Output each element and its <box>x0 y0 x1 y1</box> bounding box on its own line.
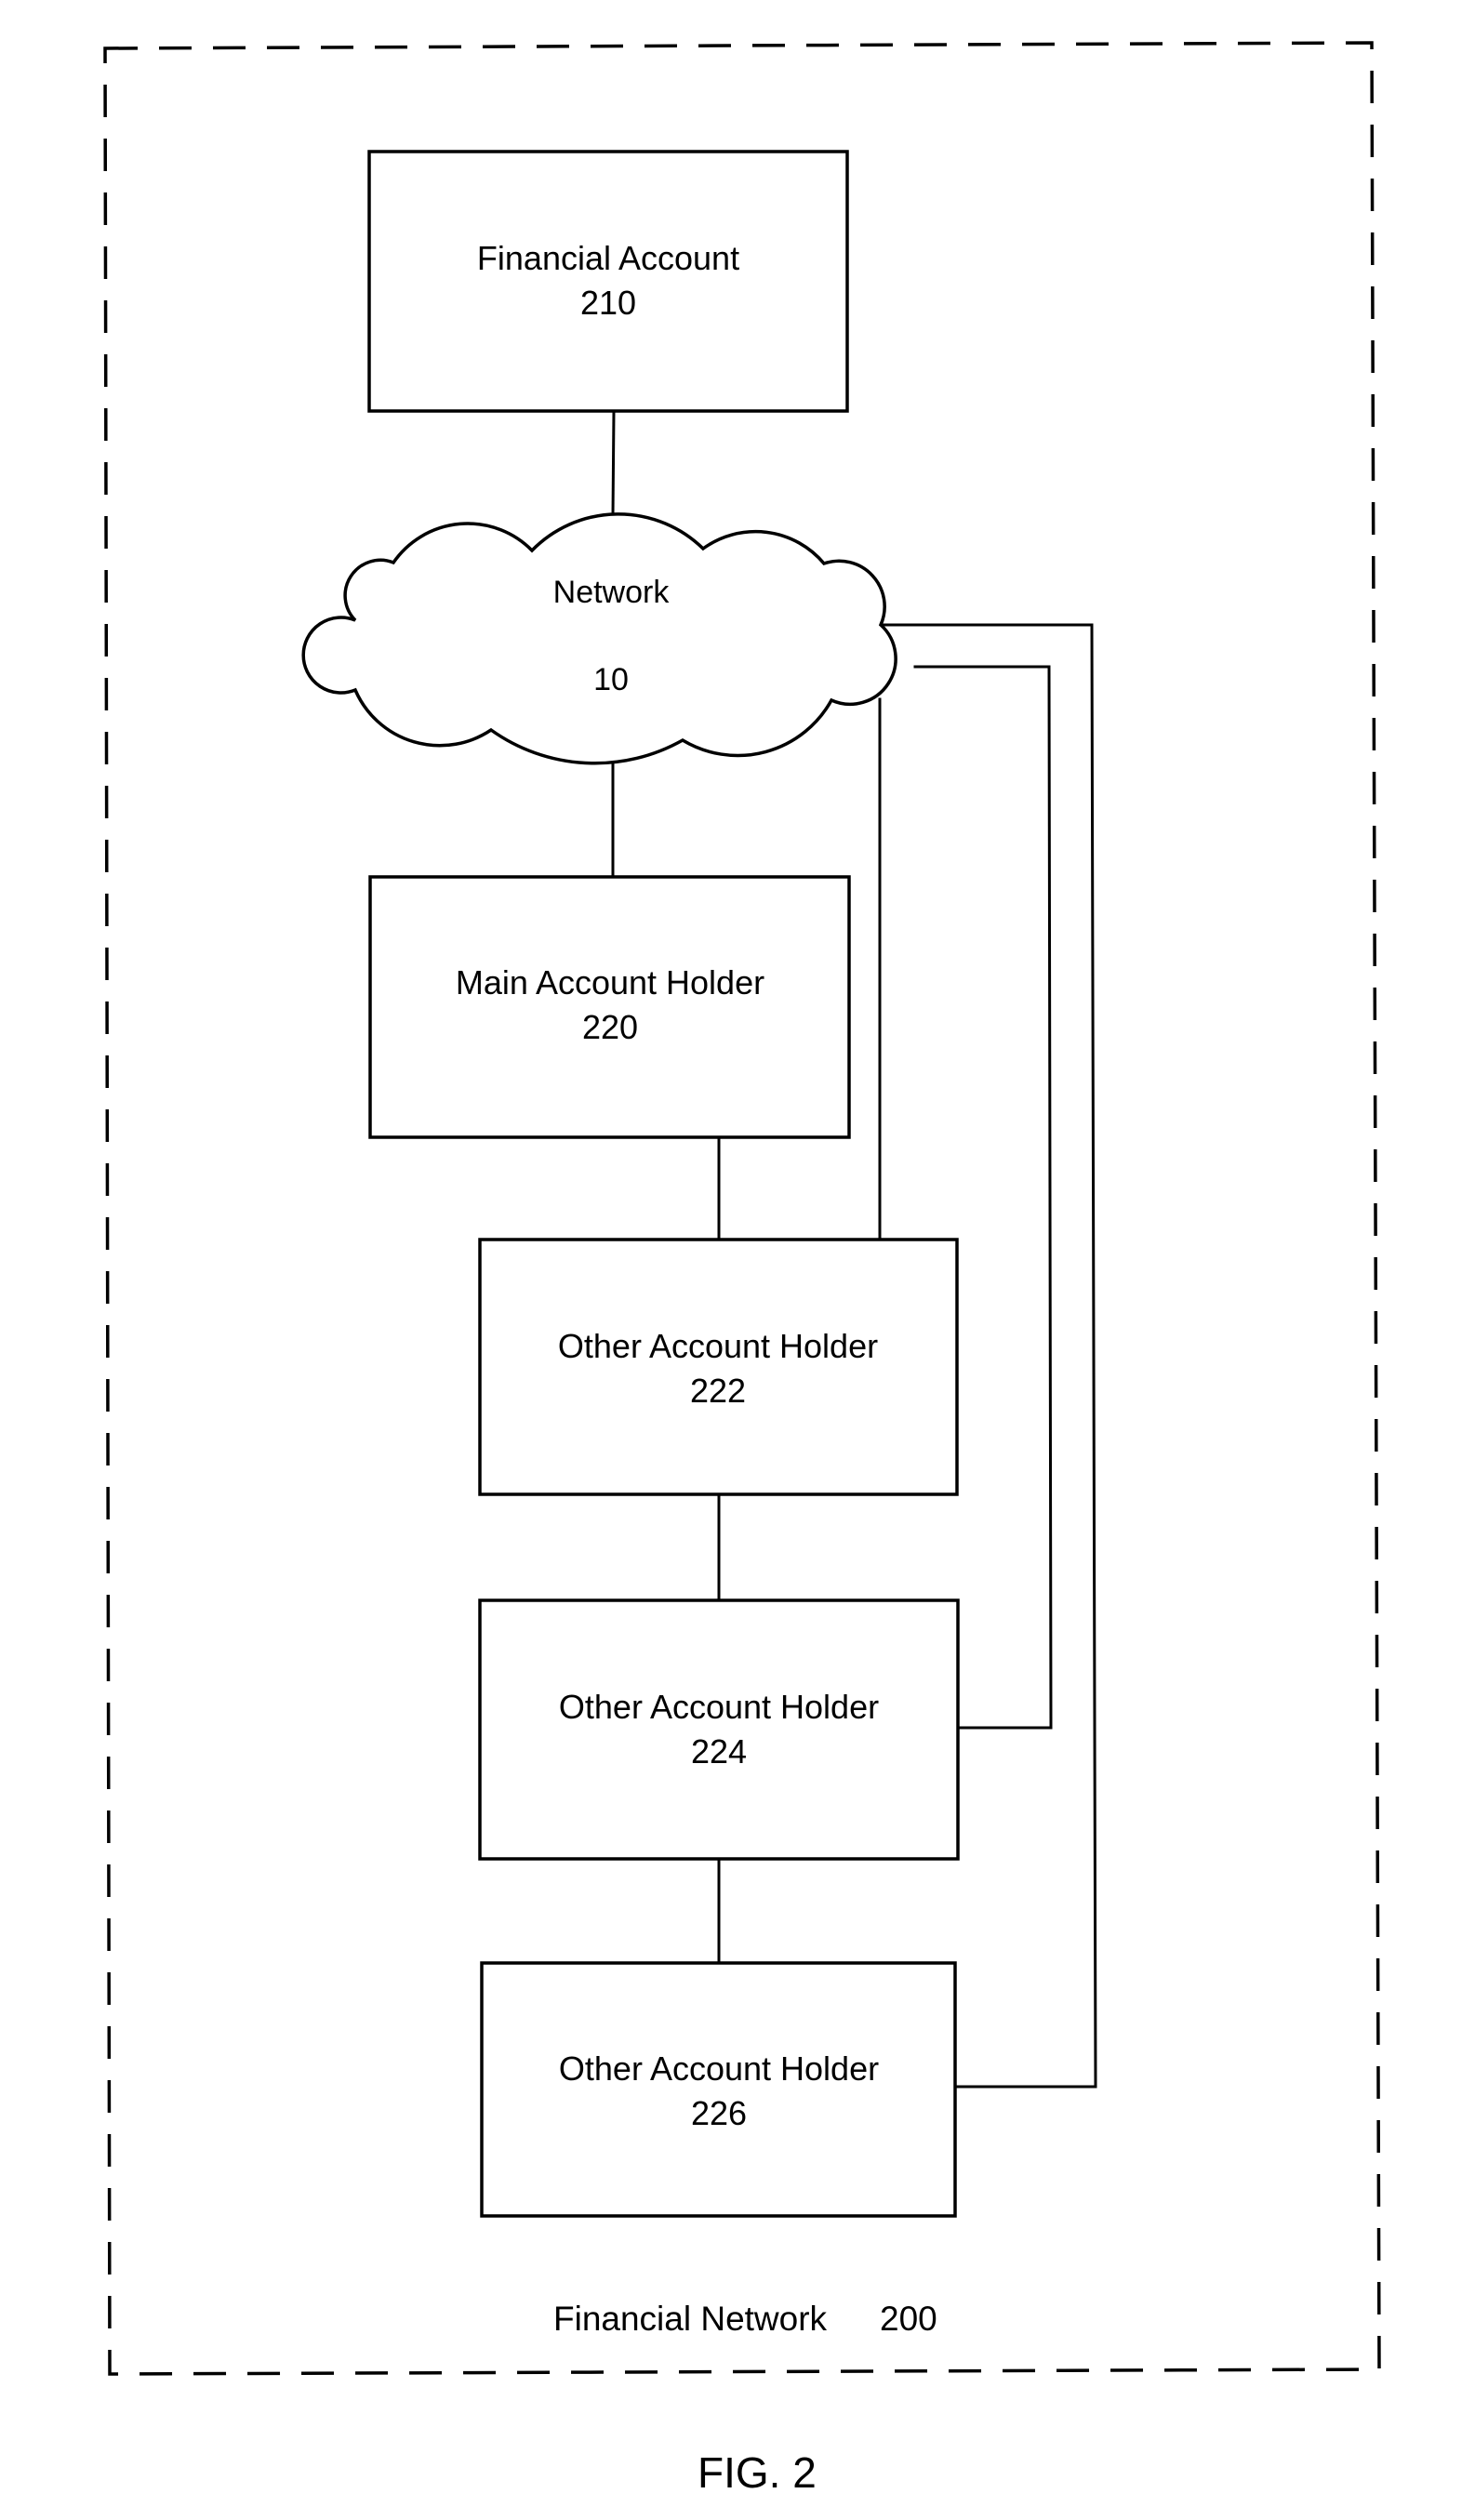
connector-210-to-network <box>611 409 616 518</box>
main-account-holder-ref: 220 <box>582 1008 638 1046</box>
main-account-holder-box <box>368 875 851 1139</box>
other-account-holder-222-label: Other Account Holder <box>558 1327 878 1365</box>
other-account-holder-222-box <box>478 1238 959 1496</box>
financial-account-label: Financial Account <box>477 239 739 277</box>
financial-account-box <box>367 150 849 413</box>
other-account-holder-224-label: Other Account Holder <box>559 1688 879 1726</box>
other-account-holder-224-box <box>478 1598 960 1861</box>
main-account-holder-label: Main Account Holder <box>456 963 764 1001</box>
connector-network-to-224 <box>913 665 1053 1730</box>
node-main-account-holder: Main Account Holder 220 <box>368 875 851 1139</box>
other-account-holder-222-ref: 222 <box>690 1372 746 1410</box>
financial-network-diagram: Network 10 Financial Account 210 Main Ac… <box>103 41 1381 2497</box>
financial-account-ref: 210 <box>580 284 636 322</box>
cloud-icon <box>301 512 897 765</box>
other-account-holder-224-ref: 224 <box>691 1732 747 1771</box>
financial-network-label: Financial Network <box>553 2300 828 2338</box>
node-other-account-holder-226: Other Account Holder 226 <box>480 1961 957 2218</box>
network-cloud: Network 10 <box>301 512 897 765</box>
network-label: Network <box>553 575 671 610</box>
network-ref: 10 <box>593 662 629 697</box>
other-account-holder-226-label: Other Account Holder <box>559 2049 879 2088</box>
other-account-holder-226-ref: 226 <box>691 2094 747 2132</box>
node-financial-account: Financial Account 210 <box>367 150 849 413</box>
node-other-account-holder-222: Other Account Holder 222 <box>478 1238 959 1496</box>
node-other-account-holder-224: Other Account Holder 224 <box>478 1598 960 1861</box>
other-account-holder-226-box <box>480 1961 957 2218</box>
figure-caption: FIG. 2 <box>698 2448 817 2497</box>
financial-network-ref: 200 <box>880 2300 937 2338</box>
